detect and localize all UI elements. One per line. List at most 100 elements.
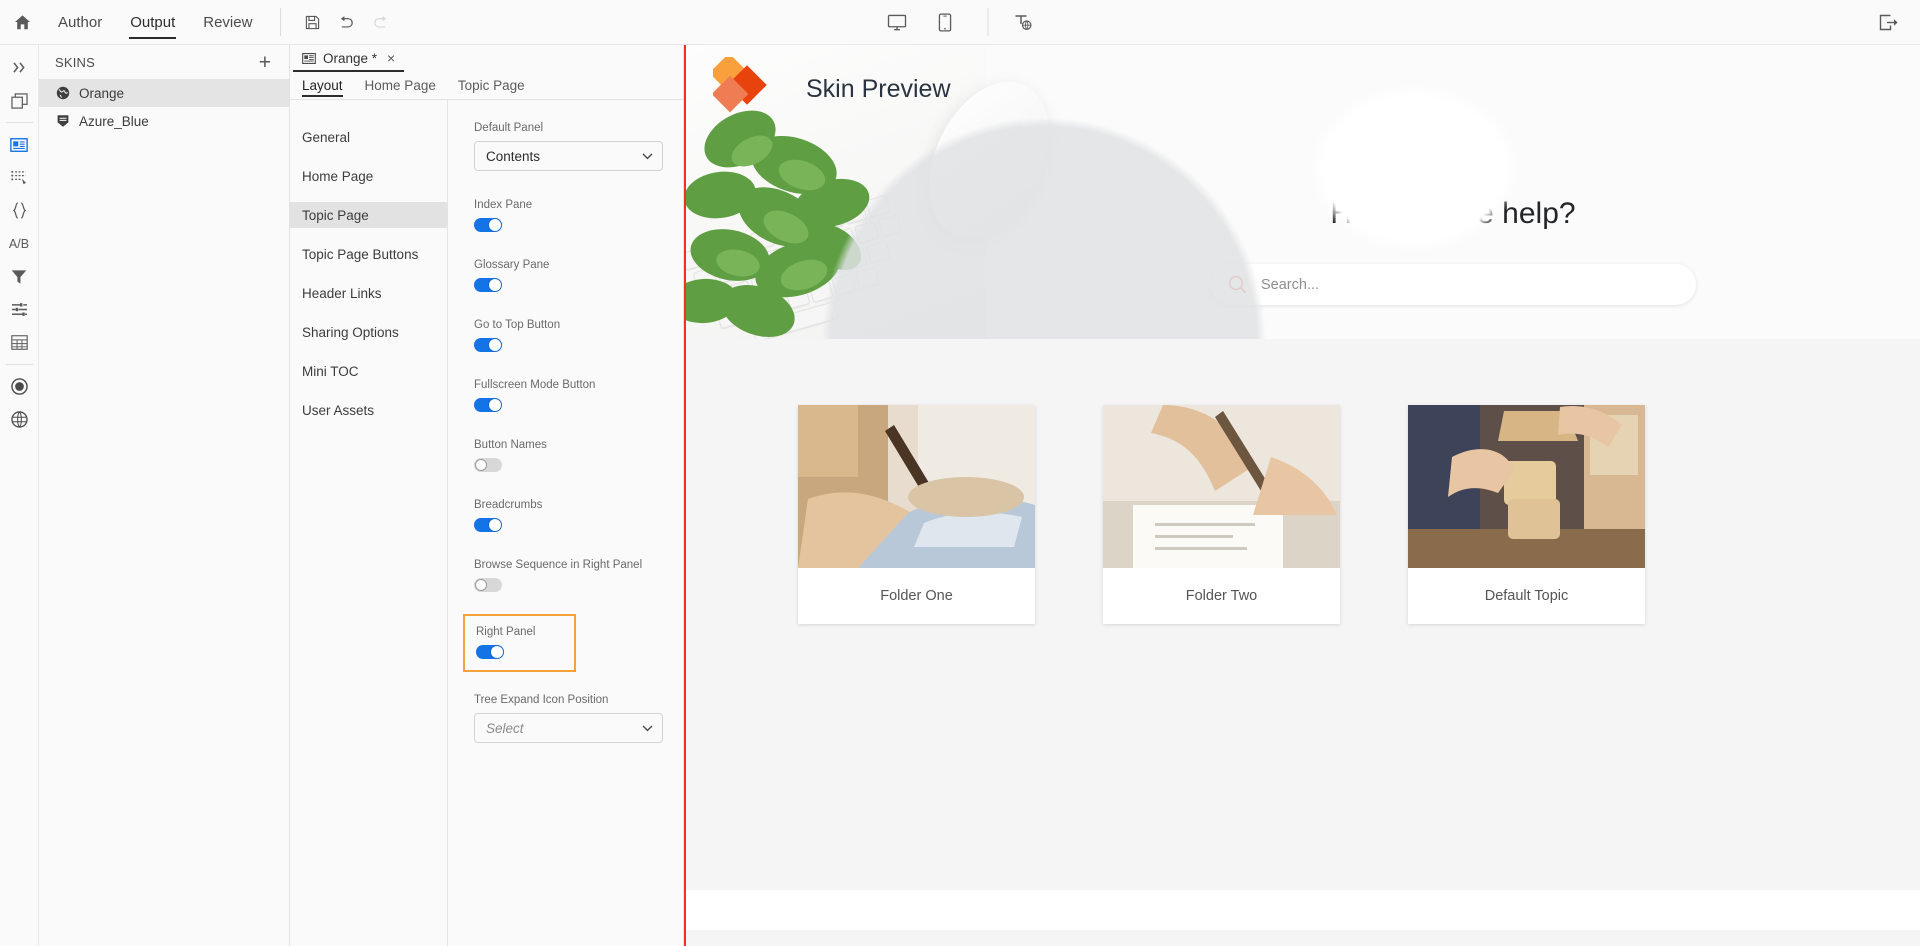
field-label: Fullscreen Mode Button: [474, 379, 596, 391]
field-label: Tree Expand Icon Position: [474, 694, 609, 706]
hero-mouse-image: [905, 62, 1073, 257]
tab-topic-page[interactable]: Topic Page: [458, 72, 525, 100]
field-go-to-top-button: Go to Top Button: [474, 319, 683, 352]
preset-sliders-icon[interactable]: [0, 293, 39, 326]
filter-icon[interactable]: [0, 260, 39, 293]
card-label: Folder Two: [1185, 588, 1258, 604]
field-label: Right Panel: [476, 626, 536, 638]
card-thumbnail-hand-pen-document: [1103, 405, 1340, 568]
desktop-preview-icon[interactable]: [880, 5, 914, 39]
toggle-knob: [489, 219, 501, 231]
toolbar-divider-center: [987, 8, 989, 36]
nav-item-mini-toc[interactable]: Mini TOC: [290, 358, 447, 384]
skin-list-item-azure-blue[interactable]: Azure_Blue: [39, 107, 289, 135]
card-thumbnail-woman-writing-laptop: [798, 405, 1035, 568]
rail-divider-1: [5, 122, 33, 123]
editor-columns: General Home Page Topic Page Topic Page …: [290, 100, 683, 946]
skin-list-item-orange[interactable]: Orange: [39, 79, 289, 107]
chevron-down-icon: [642, 152, 653, 160]
nav-item-sharing-options[interactable]: Sharing Options: [290, 319, 447, 345]
close-icon[interactable]: ×: [387, 50, 395, 66]
search-input-placeholder: Search...: [1261, 276, 1320, 293]
field-browse-sequence-right-panel: Browse Sequence in Right Panel: [474, 559, 683, 592]
preview-help-heading: How can we help?: [1330, 197, 1576, 230]
tree-expand-icon-position-select[interactable]: Select: [474, 713, 663, 743]
document-tab-bar: Orange * ×: [290, 45, 683, 72]
toggle-knob: [491, 646, 503, 658]
chevron-down-icon: [642, 724, 653, 732]
nav-item-topic-page[interactable]: Topic Page: [290, 202, 447, 228]
toggle-knob: [489, 279, 501, 291]
table-icon[interactable]: [0, 326, 39, 359]
shield-skin-icon: [55, 114, 70, 129]
skins-panel-title: SKINS: [55, 54, 96, 70]
field-right-panel-highlighted: Right Panel: [463, 614, 576, 672]
menu-author[interactable]: Author: [44, 0, 116, 44]
undo-icon[interactable]: [329, 5, 363, 39]
default-panel-select[interactable]: Contents: [474, 141, 663, 171]
preview-bottom-band: [686, 890, 1920, 930]
browse-sequence-right-panel-toggle[interactable]: [474, 578, 502, 592]
exit-icon[interactable]: [1872, 6, 1906, 40]
nav-item-general[interactable]: General: [290, 124, 447, 150]
top-toolbar: Author Output Review: [0, 0, 1920, 45]
glossary-pane-toggle[interactable]: [474, 278, 502, 292]
field-label: Glossary Pane: [474, 259, 550, 271]
nav-item-topic-page-buttons[interactable]: Topic Page Buttons: [290, 241, 447, 267]
skin-document-icon: [302, 52, 316, 64]
field-tree-expand-icon-position: Tree Expand Icon Position Select: [474, 694, 683, 743]
nav-item-user-assets[interactable]: User Assets: [290, 397, 447, 423]
toggle-knob: [475, 579, 487, 591]
button-names-toggle[interactable]: [474, 458, 502, 472]
document-tab-orange[interactable]: Orange * ×: [293, 46, 405, 72]
main-body: A/B SKINS + Orange Azure_Blue Orange * ×…: [0, 45, 1920, 946]
variables-ab-icon[interactable]: A/B: [0, 227, 39, 260]
nav-item-home-page[interactable]: Home Page: [290, 163, 447, 189]
toggle-knob: [475, 459, 487, 471]
field-glossary-pane: Glossary Pane: [474, 259, 683, 292]
snippets-braces-icon[interactable]: [0, 194, 39, 227]
skins-panel: SKINS + Orange Azure_Blue: [39, 45, 290, 946]
menu-review[interactable]: Review: [189, 0, 266, 44]
field-label: Default Panel: [474, 122, 544, 134]
tab-home-page[interactable]: Home Page: [365, 72, 436, 100]
preview-hero: How can we help? Search... Skin Preview: [686, 45, 1920, 339]
editor-subtab-bar: Layout Home Page Topic Page: [290, 72, 683, 100]
translate-text-icon[interactable]: [1007, 5, 1041, 39]
windows-icon[interactable]: [0, 84, 39, 117]
target-circle-icon[interactable]: [0, 370, 39, 403]
nav-item-header-links[interactable]: Header Links: [290, 280, 447, 306]
preview-card[interactable]: Folder One: [798, 405, 1035, 624]
preview-cards-row: Folder One Folder Two Default Topic: [686, 339, 1920, 624]
go-to-top-button-toggle[interactable]: [474, 338, 502, 352]
redo-icon[interactable]: [363, 5, 397, 39]
card-label: Folder One: [880, 588, 953, 604]
hero-plant-image: [686, 87, 920, 339]
save-icon[interactable]: [295, 5, 329, 39]
mobile-preview-icon[interactable]: [928, 5, 962, 39]
skin-list-item-label: Orange: [79, 85, 125, 101]
preview-cards-area: Folder One Folder Two Default Topic: [686, 339, 1920, 946]
preview-hero-right: How can we help? Search...: [986, 45, 1920, 339]
expand-panel-icon[interactable]: [0, 51, 39, 84]
home-icon[interactable]: [0, 0, 44, 44]
list-tag-icon[interactable]: [0, 161, 39, 194]
preview-search-bar[interactable]: Search...: [1210, 264, 1696, 305]
right-panel-toggle[interactable]: [476, 645, 504, 659]
layout-settings-form: Default Panel Contents Index Pane Glossa…: [448, 100, 683, 946]
preview-card[interactable]: Folder Two: [1103, 405, 1340, 624]
preview-card[interactable]: Default Topic: [1408, 405, 1645, 624]
add-skin-button[interactable]: +: [255, 50, 275, 75]
globe-skin-icon: [55, 86, 70, 101]
tab-layout[interactable]: Layout: [302, 72, 343, 100]
skins-icon[interactable]: [0, 128, 39, 161]
field-label: Go to Top Button: [474, 319, 561, 331]
field-label: Index Pane: [474, 199, 533, 211]
menu-output[interactable]: Output: [116, 0, 189, 44]
layout-section-nav: General Home Page Topic Page Topic Page …: [290, 100, 448, 946]
brand-logo-icon: [713, 57, 777, 123]
breadcrumbs-toggle[interactable]: [474, 518, 502, 532]
globe-layers-icon[interactable]: [0, 403, 39, 436]
fullscreen-mode-button-toggle[interactable]: [474, 398, 502, 412]
index-pane-toggle[interactable]: [474, 218, 502, 232]
